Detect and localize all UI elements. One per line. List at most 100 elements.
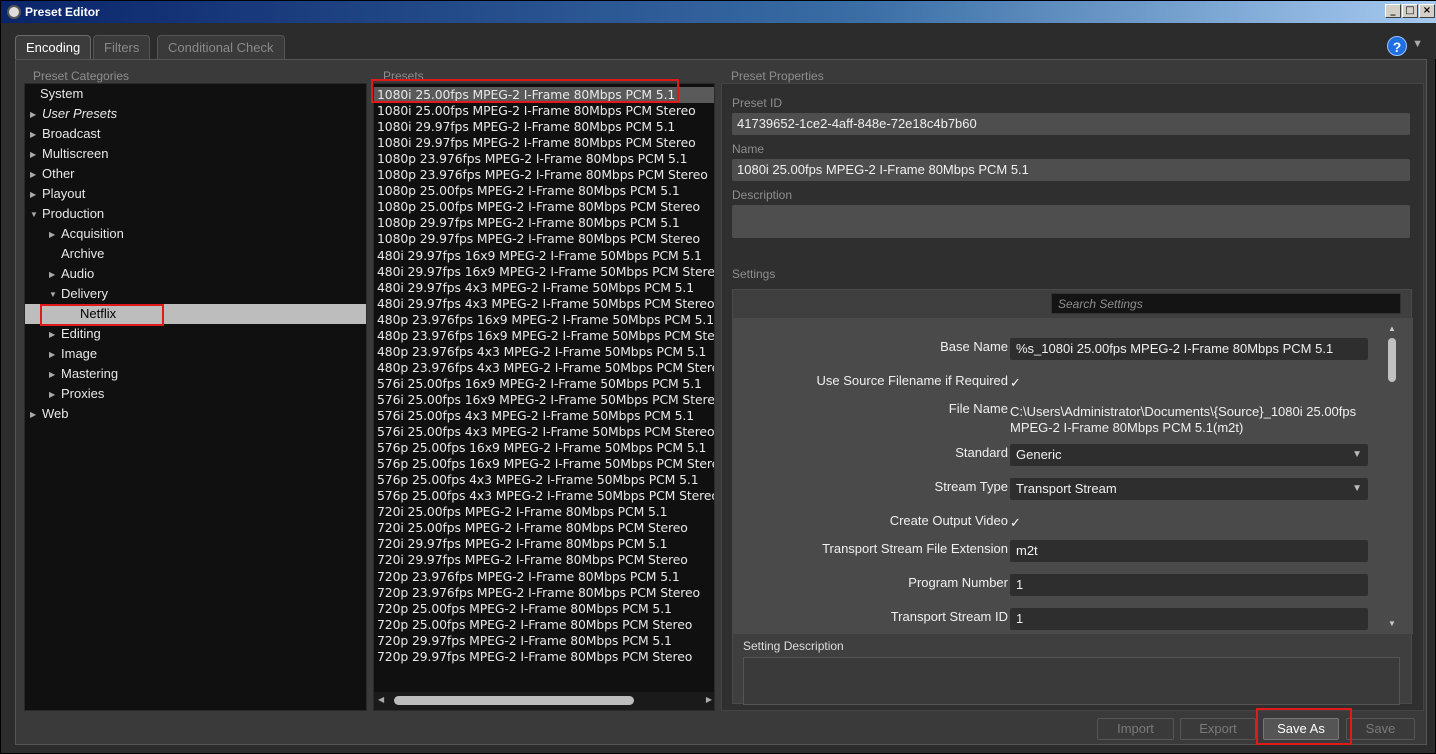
- scrollbar-thumb[interactable]: [1388, 338, 1396, 382]
- preset-row[interactable]: 480i 29.97fps 4x3 MPEG-2 I-Frame 50Mbps …: [374, 296, 714, 312]
- preset-row[interactable]: 480p 23.976fps 16x9 MPEG-2 I-Frame 50Mbp…: [374, 328, 714, 344]
- scrollbar-thumb[interactable]: [394, 696, 634, 705]
- tab-encoding[interactable]: Encoding: [15, 35, 92, 59]
- category-multiscreen[interactable]: ▶ Multiscreen: [25, 144, 366, 164]
- preset-row[interactable]: 720p 23.976fps MPEG-2 I-Frame 80Mbps PCM…: [374, 585, 714, 601]
- preset-row[interactable]: 720i 25.00fps MPEG-2 I-Frame 80Mbps PCM …: [374, 520, 714, 536]
- create-output-video-checkbox[interactable]: ✓: [1010, 516, 1024, 530]
- minimize-button[interactable]: _: [1385, 4, 1401, 18]
- name-field[interactable]: 1080i 25.00fps MPEG-2 I-Frame 80Mbps PCM…: [732, 159, 1410, 181]
- description-field[interactable]: [732, 205, 1410, 238]
- category-other[interactable]: ▶ Other: [25, 164, 366, 184]
- help-dropdown-icon[interactable]: ▼: [1412, 38, 1423, 50]
- presets-horizontal-scrollbar[interactable]: ◀ ▶: [374, 692, 714, 710]
- collapse-arrow-icon[interactable]: ▼: [30, 205, 42, 225]
- use-source-filename-checkbox[interactable]: ✓: [1010, 376, 1024, 390]
- preset-row[interactable]: 1080p 29.97fps MPEG-2 I-Frame 80Mbps PCM…: [374, 215, 714, 231]
- presets-list[interactable]: 1080i 25.00fps MPEG-2 I-Frame 80Mbps PCM…: [373, 83, 715, 711]
- settings-vertical-scrollbar[interactable]: ▲ ▼: [1385, 324, 1399, 628]
- category-user-presets[interactable]: ▶ User Presets: [25, 104, 366, 124]
- stream-type-select[interactable]: Transport Stream ▼: [1010, 478, 1368, 500]
- preset-row[interactable]: 576p 25.00fps 4x3 MPEG-2 I-Frame 50Mbps …: [374, 472, 714, 488]
- category-mastering[interactable]: ▶ Mastering: [25, 364, 366, 384]
- close-button[interactable]: ×: [1419, 4, 1435, 18]
- preset-row[interactable]: 1080i 29.97fps MPEG-2 I-Frame 80Mbps PCM…: [374, 119, 714, 135]
- preset-row[interactable]: 720p 29.97fps MPEG-2 I-Frame 80Mbps PCM …: [374, 649, 714, 665]
- category-system[interactable]: System: [25, 84, 366, 104]
- transport-stream-id-field[interactable]: 1: [1010, 608, 1368, 630]
- preset-row[interactable]: 576p 25.00fps 4x3 MPEG-2 I-Frame 50Mbps …: [374, 488, 714, 504]
- preset-row[interactable]: 720p 29.97fps MPEG-2 I-Frame 80Mbps PCM …: [374, 633, 714, 649]
- preset-row[interactable]: 480p 23.976fps 16x9 MPEG-2 I-Frame 50Mbp…: [374, 312, 714, 328]
- category-audio[interactable]: ▶ Audio: [25, 264, 366, 284]
- category-web[interactable]: ▶ Web: [25, 404, 366, 424]
- preset-row[interactable]: 480p 23.976fps 4x3 MPEG-2 I-Frame 50Mbps…: [374, 360, 714, 376]
- preset-row[interactable]: 1080p 25.00fps MPEG-2 I-Frame 80Mbps PCM…: [374, 199, 714, 215]
- scroll-up-icon[interactable]: ▲: [1388, 324, 1396, 333]
- tab-conditional-check[interactable]: Conditional Check: [157, 35, 285, 59]
- category-archive[interactable]: Archive: [25, 244, 366, 264]
- preset-row[interactable]: 1080p 29.97fps MPEG-2 I-Frame 80Mbps PCM…: [374, 231, 714, 247]
- base-name-field[interactable]: %s_1080i 25.00fps MPEG-2 I-Frame 80Mbps …: [1010, 338, 1368, 360]
- scroll-down-icon[interactable]: ▼: [1388, 619, 1396, 628]
- expand-arrow-icon[interactable]: ▶: [49, 265, 61, 285]
- scroll-left-icon[interactable]: ◀: [378, 695, 384, 704]
- collapse-arrow-icon[interactable]: ▼: [49, 285, 61, 305]
- export-button[interactable]: Export: [1180, 718, 1256, 740]
- preset-row[interactable]: 720p 25.00fps MPEG-2 I-Frame 80Mbps PCM …: [374, 601, 714, 617]
- category-image[interactable]: ▶ Image: [25, 344, 366, 364]
- expand-arrow-icon[interactable]: ▶: [30, 145, 42, 165]
- ts-file-extension-field[interactable]: m2t: [1010, 540, 1368, 562]
- import-button[interactable]: Import: [1097, 718, 1174, 740]
- preset-row[interactable]: 720p 23.976fps MPEG-2 I-Frame 80Mbps PCM…: [374, 569, 714, 585]
- preset-id-field[interactable]: 41739652-1ce2-4aff-848e-72e18c4b7b60: [732, 113, 1410, 135]
- expand-arrow-icon[interactable]: ▶: [49, 345, 61, 365]
- preset-row[interactable]: 576i 25.00fps 16x9 MPEG-2 I-Frame 50Mbps…: [374, 392, 714, 408]
- preset-row[interactable]: 720i 29.97fps MPEG-2 I-Frame 80Mbps PCM …: [374, 552, 714, 568]
- preset-row[interactable]: 576i 25.00fps 4x3 MPEG-2 I-Frame 50Mbps …: [374, 424, 714, 440]
- preset-row[interactable]: 1080i 29.97fps MPEG-2 I-Frame 80Mbps PCM…: [374, 135, 714, 151]
- preset-row[interactable]: 480p 23.976fps 4x3 MPEG-2 I-Frame 50Mbps…: [374, 344, 714, 360]
- preset-row[interactable]: 720i 29.97fps MPEG-2 I-Frame 80Mbps PCM …: [374, 536, 714, 552]
- preset-row[interactable]: 480i 29.97fps 16x9 MPEG-2 I-Frame 50Mbps…: [374, 248, 714, 264]
- category-proxies[interactable]: ▶ Proxies: [25, 384, 366, 404]
- preset-row[interactable]: 720i 25.00fps MPEG-2 I-Frame 80Mbps PCM …: [374, 504, 714, 520]
- preset-row[interactable]: 1080p 23.976fps MPEG-2 I-Frame 80Mbps PC…: [374, 151, 714, 167]
- tab-filters[interactable]: Filters: [93, 35, 151, 59]
- help-icon[interactable]: ?: [1387, 36, 1407, 56]
- expand-arrow-icon[interactable]: ▶: [30, 405, 42, 425]
- expand-arrow-icon[interactable]: ▶: [49, 365, 61, 385]
- expand-arrow-icon[interactable]: ▶: [30, 105, 42, 125]
- preset-row[interactable]: 576p 25.00fps 16x9 MPEG-2 I-Frame 50Mbps…: [374, 440, 714, 456]
- category-broadcast[interactable]: ▶ Broadcast: [25, 124, 366, 144]
- expand-arrow-icon[interactable]: ▶: [49, 385, 61, 405]
- title-bar[interactable]: Preset Editor _ □ ×: [1, 1, 1436, 23]
- save-button[interactable]: Save: [1346, 718, 1415, 740]
- scroll-right-icon[interactable]: ▶: [706, 695, 712, 704]
- preset-row[interactable]: 1080p 25.00fps MPEG-2 I-Frame 80Mbps PCM…: [374, 183, 714, 199]
- dropdown-arrow-icon[interactable]: ▼: [1352, 444, 1362, 466]
- expand-arrow-icon[interactable]: ▶: [30, 165, 42, 185]
- category-playout[interactable]: ▶ Playout: [25, 184, 366, 204]
- preset-row[interactable]: 576i 25.00fps 4x3 MPEG-2 I-Frame 50Mbps …: [374, 408, 714, 424]
- preset-row[interactable]: 1080i 25.00fps MPEG-2 I-Frame 80Mbps PCM…: [374, 103, 714, 119]
- preset-row[interactable]: 720p 25.00fps MPEG-2 I-Frame 80Mbps PCM …: [374, 617, 714, 633]
- maximize-button[interactable]: □: [1402, 4, 1418, 18]
- search-settings-input[interactable]: Search Settings: [1051, 293, 1401, 314]
- standard-select[interactable]: Generic ▼: [1010, 444, 1368, 466]
- category-editing[interactable]: ▶ Editing: [25, 324, 366, 344]
- dropdown-arrow-icon[interactable]: ▼: [1352, 478, 1362, 500]
- expand-arrow-icon[interactable]: ▶: [30, 185, 42, 205]
- preset-row[interactable]: 1080p 23.976fps MPEG-2 I-Frame 80Mbps PC…: [374, 167, 714, 183]
- preset-categories-tree[interactable]: System ▶ User Presets ▶ Broadcast ▶ Multisc…: [24, 83, 367, 711]
- expand-arrow-icon[interactable]: ▶: [30, 125, 42, 145]
- preset-row[interactable]: 576i 25.00fps 16x9 MPEG-2 I-Frame 50Mbps…: [374, 376, 714, 392]
- preset-row[interactable]: 576p 25.00fps 16x9 MPEG-2 I-Frame 50Mbps…: [374, 456, 714, 472]
- expand-arrow-icon[interactable]: ▶: [49, 225, 61, 245]
- preset-row[interactable]: 480i 29.97fps 16x9 MPEG-2 I-Frame 50Mbps…: [374, 264, 714, 280]
- category-delivery[interactable]: ▼ Delivery: [25, 284, 366, 304]
- program-number-field[interactable]: 1: [1010, 574, 1368, 596]
- preset-row[interactable]: 480i 29.97fps 4x3 MPEG-2 I-Frame 50Mbps …: [374, 280, 714, 296]
- category-acquisition[interactable]: ▶ Acquisition: [25, 224, 366, 244]
- category-production[interactable]: ▼ Production: [25, 204, 366, 224]
